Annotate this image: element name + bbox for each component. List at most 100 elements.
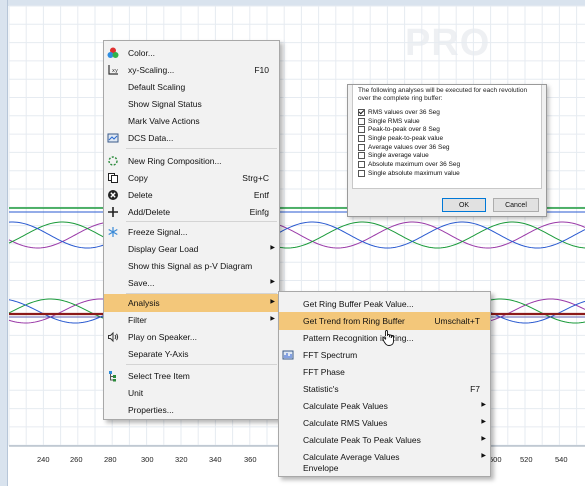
menu-item-show-this-signal-as-p-v-diagram[interactable]: Show this Signal as p-V Diagram [104, 257, 279, 275]
analysis-option-row[interactable]: Absolute maximum over 36 Seg [358, 160, 536, 169]
submenu-arrow-icon: ▶ [270, 279, 275, 285]
option-label: Single peak-to-peak value [368, 134, 444, 142]
menu-item-save[interactable]: Save... ▶ [104, 274, 279, 292]
submenu-item-label: Pattern Recognition in Ring... [303, 333, 414, 343]
menu-separator [126, 148, 277, 149]
menu-item-label: New Ring Composition... [128, 156, 222, 166]
option-checkbox[interactable] [358, 117, 365, 125]
menu-separator [126, 364, 277, 365]
option-checkbox[interactable] [358, 152, 365, 160]
menu-item-shortcut: Strg+C [242, 173, 269, 183]
menu-item-label: Add/Delete [128, 207, 171, 217]
menu-item-add-delete[interactable]: Add/Delete Einfg [104, 203, 279, 221]
submenu-item-label: Calculate RMS Values [303, 418, 388, 428]
submenu-item-fft-spectrum[interactable]: FFT Spectrum [279, 346, 490, 364]
analysis-option-row[interactable]: Average values over 36 Seg [358, 143, 536, 152]
svg-text:xy: xy [112, 68, 118, 74]
option-checkbox[interactable] [358, 108, 365, 116]
submenu-item-label: Calculate Peak To Peak Values [303, 435, 421, 445]
x-tick-label: 360 [244, 455, 257, 464]
menu-item-label: Show this Signal as p-V Diagram [128, 261, 253, 271]
cancel-button[interactable]: Cancel [493, 198, 539, 212]
menu-item-unit[interactable]: Unit [104, 384, 279, 402]
option-label: Single RMS value [368, 117, 420, 125]
menu-item-label: xy-Scaling... [128, 65, 175, 75]
submenu-item-shortcut: F7 [470, 384, 480, 394]
tree-item-icon [106, 369, 120, 383]
menu-item-label: Default Scaling [128, 82, 186, 92]
analysis-option-row[interactable]: Single peak-to-peak value [358, 134, 536, 143]
submenu-item-label: Envelope [303, 463, 339, 473]
ok-button[interactable]: OK [442, 198, 486, 212]
analysis-option-list: RMS values over 36 Seg Single RMS value Pe… [358, 108, 536, 178]
submenu-item-calculate-rms-values[interactable]: Calculate RMS Values ▶ [279, 414, 490, 432]
menu-item-label: Mark Valve Actions [128, 116, 200, 126]
menu-item-filter[interactable]: Filter ▶ [104, 311, 279, 329]
menu-item-select-tree-item[interactable]: Select Tree Item [104, 367, 279, 385]
option-label: Single average value [368, 152, 429, 160]
dcs-data-icon [106, 131, 120, 145]
copy-icon [106, 171, 120, 185]
option-checkbox[interactable] [358, 169, 365, 177]
option-checkbox[interactable] [358, 143, 365, 151]
menu-item-label: Select Tree Item [128, 371, 190, 381]
menu-item-color[interactable]: Color... [104, 44, 279, 62]
submenu-item-calculate-peak-to-peak-values[interactable]: Calculate Peak To Peak Values ▶ [279, 431, 490, 449]
menu-item-separate-y-axis[interactable]: Separate Y-Axis [104, 345, 279, 363]
option-checkbox[interactable] [358, 126, 365, 134]
x-tick-label: 260 [70, 455, 83, 464]
menu-item-label: Color... [128, 48, 155, 58]
menu-item-label: Copy [128, 173, 148, 183]
delete-icon [106, 188, 120, 202]
menu-item-label: Analysis [128, 298, 160, 308]
menu-item-freeze-signal[interactable]: Freeze Signal... [104, 223, 279, 241]
dialog-description: The following analyses will be executed … [358, 87, 528, 102]
menu-item-shortcut: Einfg [249, 207, 269, 217]
analysis-option-row[interactable]: Single average value [358, 151, 536, 160]
mouse-cursor-icon [382, 330, 394, 346]
menu-item-delete[interactable]: Delete Entf [104, 186, 279, 204]
color-palette-icon [106, 46, 120, 60]
menu-item-label: DCS Data... [128, 133, 174, 143]
submenu-item-fft-phase[interactable]: FFT Phase [279, 363, 490, 381]
submenu-arrow-icon: ▶ [481, 453, 486, 459]
menu-item-label: Show Signal Status [128, 99, 202, 109]
menu-item-play-on-speaker[interactable]: Play on Speaker... [104, 328, 279, 346]
submenu-item-label: FFT Phase [303, 367, 345, 377]
submenu-item-statistic-s[interactable]: Statistic's F7 [279, 380, 490, 398]
menu-item-mark-valve-actions[interactable]: Mark Valve Actions [104, 112, 279, 130]
menu-item-label: Display Gear Load [128, 244, 199, 254]
menu-item-display-gear-load[interactable]: Display Gear Load ▶ [104, 240, 279, 258]
analysis-option-row[interactable]: Peak-to-peak over 8 Seg [358, 125, 536, 134]
option-checkbox[interactable] [358, 134, 365, 142]
x-tick-label: 340 [209, 455, 222, 464]
menu-item-label: Freeze Signal... [128, 227, 188, 237]
menu-item-dcs-data[interactable]: DCS Data... [104, 129, 279, 147]
menu-item-label: Delete [128, 190, 153, 200]
menu-item-copy[interactable]: Copy Strg+C [104, 169, 279, 187]
menu-item-xy-scaling[interactable]: xy xy-Scaling... F10 [104, 61, 279, 79]
menu-item-show-signal-status[interactable]: Show Signal Status [104, 95, 279, 113]
analysis-option-row[interactable]: Single absolute maximum value [358, 169, 536, 178]
option-checkbox[interactable] [358, 160, 365, 168]
analysis-option-row[interactable]: RMS values over 36 Seg [358, 108, 536, 117]
menu-item-label: Play on Speaker... [128, 332, 197, 342]
x-tick-label: 240 [37, 455, 50, 464]
submenu-item-get-trend-from-ring-buffer[interactable]: Get Trend from Ring Buffer Umschalt+T [279, 312, 490, 330]
submenu-item-get-ring-buffer-peak-value[interactable]: Get Ring Buffer Peak Value... [279, 295, 490, 313]
submenu-item-calculate-peak-values[interactable]: Calculate Peak Values ▶ [279, 397, 490, 415]
analysis-submenu: Get Ring Buffer Peak Value... Get Trend f… [278, 291, 491, 477]
submenu-item-envelope[interactable]: Envelope [279, 459, 490, 477]
menu-item-new-ring-composition[interactable]: New Ring Composition... [104, 152, 279, 170]
menu-item-default-scaling[interactable]: Default Scaling [104, 78, 279, 96]
xy-scaling-icon: xy [106, 63, 120, 77]
menu-item-shortcut: Entf [253, 190, 269, 200]
menu-item-properties[interactable]: Properties... [104, 401, 279, 419]
submenu-item-label: Get Ring Buffer Peak Value... [303, 299, 414, 309]
freeze-icon [106, 225, 120, 239]
analysis-option-row[interactable]: Single RMS value [358, 117, 536, 126]
menu-item-label: Unit [128, 388, 144, 398]
menu-item-analysis[interactable]: Analysis ▶ [104, 294, 279, 312]
option-label: Peak-to-peak over 8 Seg [368, 126, 440, 134]
option-label: Absolute maximum over 36 Seg [368, 160, 461, 168]
